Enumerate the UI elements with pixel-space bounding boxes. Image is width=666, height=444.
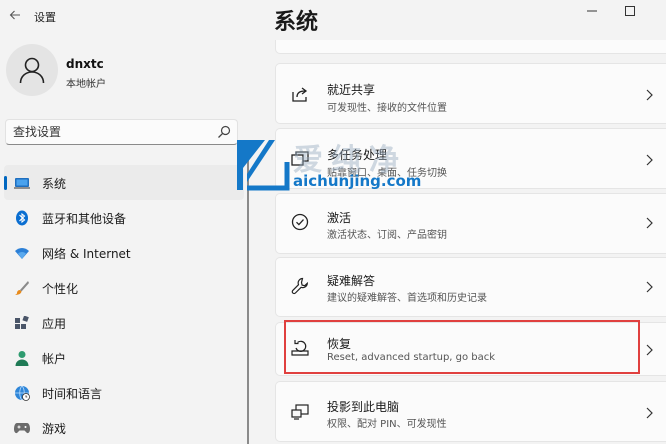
chevron-right-icon	[646, 344, 653, 356]
sidebar-item-gaming[interactable]: 游戏	[4, 410, 244, 444]
account-type: 本地帐户	[66, 79, 106, 90]
maximize-button[interactable]	[610, 0, 650, 22]
sidebar-item-label: 蓝牙和其他设备	[42, 212, 127, 226]
settings-card-troubleshoot[interactable]: 疑难解答 建议的疑难解答、首选项和历史记录	[275, 257, 666, 317]
settings-card-partial[interactable]	[275, 40, 666, 54]
globe-clock-icon	[14, 385, 30, 401]
settings-card-project-to-pc[interactable]: 投影到此电脑 权限、配对 PIN、可发现性	[275, 381, 666, 442]
sidebar-item-apps[interactable]: 应用	[4, 305, 244, 340]
card-title: 疑难解答	[327, 274, 376, 288]
sidebar-item-network[interactable]: 网络 & Internet	[4, 235, 244, 270]
title-bar: 设置	[0, 0, 666, 32]
minimize-icon	[587, 10, 597, 12]
back-arrow-icon	[9, 10, 20, 20]
card-subtitle: 可发现性、接收的文件位置	[327, 103, 447, 114]
app-title: 设置	[34, 11, 56, 24]
sidebar-item-label: 个性化	[42, 282, 79, 296]
sidebar-item-label: 应用	[42, 317, 67, 331]
sidebar-item-label: 时间和语言	[42, 387, 103, 401]
maximize-icon	[625, 6, 635, 16]
card-title: 恢复	[327, 337, 352, 351]
chevron-right-icon	[646, 281, 653, 293]
recovery-icon	[290, 338, 310, 358]
user-name: dnxtc	[66, 57, 104, 71]
user-profile[interactable]: dnxtc 本地帐户	[6, 44, 236, 100]
check-circle-icon	[290, 212, 310, 232]
person-icon	[14, 350, 30, 366]
card-title: 激活	[327, 211, 352, 225]
avatar	[6, 44, 58, 96]
chevron-right-icon	[646, 89, 653, 101]
chevron-right-icon	[646, 217, 653, 229]
sidebar-item-accounts[interactable]: 帐户	[4, 340, 244, 375]
sidebar-item-bluetooth[interactable]: 蓝牙和其他设备	[4, 200, 244, 235]
card-title: 投影到此电脑	[327, 400, 400, 414]
card-subtitle: 贴靠窗口、桌面、任务切换	[327, 168, 447, 179]
apps-icon	[14, 315, 30, 331]
chevron-right-icon	[646, 407, 653, 419]
sidebar-item-system[interactable]: 系统	[4, 165, 244, 200]
card-title: 多任务处理	[327, 148, 388, 162]
settings-card-multitasking[interactable]: 多任务处理 贴靠窗口、桌面、任务切换	[275, 128, 666, 189]
brush-icon	[14, 280, 30, 296]
sidebar-item-personalization[interactable]: 个性化	[4, 270, 244, 305]
card-subtitle: 建议的疑难解答、首选项和历史记录	[327, 293, 487, 304]
settings-card-activation[interactable]: 激活 激活状态、订阅、产品密钥	[275, 193, 666, 254]
laptop-icon	[14, 175, 30, 191]
card-subtitle: 权限、配对 PIN、可发现性	[327, 419, 447, 430]
sidebar-item-label: 游戏	[42, 422, 67, 436]
share-icon	[290, 84, 310, 104]
sidebar-item-label: 帐户	[42, 352, 67, 366]
multitask-icon	[290, 149, 310, 169]
settings-card-nearby-sharing[interactable]: 就近共享 可发现性、接收的文件位置	[275, 63, 666, 124]
person-icon	[19, 57, 45, 84]
project-icon	[290, 402, 310, 422]
settings-card-recovery[interactable]: 恢复 Reset, advanced startup, go back	[275, 322, 666, 376]
chevron-right-icon	[646, 154, 653, 166]
search-box[interactable]	[5, 119, 238, 145]
wifi-icon	[14, 245, 30, 261]
sidebar-item-label: 网络 & Internet	[42, 247, 131, 261]
card-title: 就近共享	[327, 83, 376, 97]
bluetooth-icon	[14, 210, 30, 226]
card-subtitle: Reset, advanced startup, go back	[327, 352, 496, 363]
search-icon[interactable]	[217, 125, 231, 139]
minimize-button[interactable]	[572, 0, 612, 22]
wrench-icon	[290, 276, 310, 296]
sidebar-item-time-language[interactable]: 时间和语言	[4, 375, 244, 410]
back-button[interactable]	[4, 4, 26, 26]
card-subtitle: 激活状态、订阅、产品密钥	[327, 230, 447, 241]
sidebar-nav: 系统 蓝牙和其他设备 网络 & Internet 个性化 应用 帐户 时间和语言…	[0, 165, 246, 444]
page-title: 系统	[274, 10, 319, 35]
gamepad-icon	[14, 420, 30, 436]
sidebar-scrollbar[interactable]	[247, 150, 249, 444]
search-input[interactable]	[6, 120, 206, 144]
selection-indicator	[4, 176, 7, 190]
sidebar-item-label: 系统	[42, 177, 67, 191]
